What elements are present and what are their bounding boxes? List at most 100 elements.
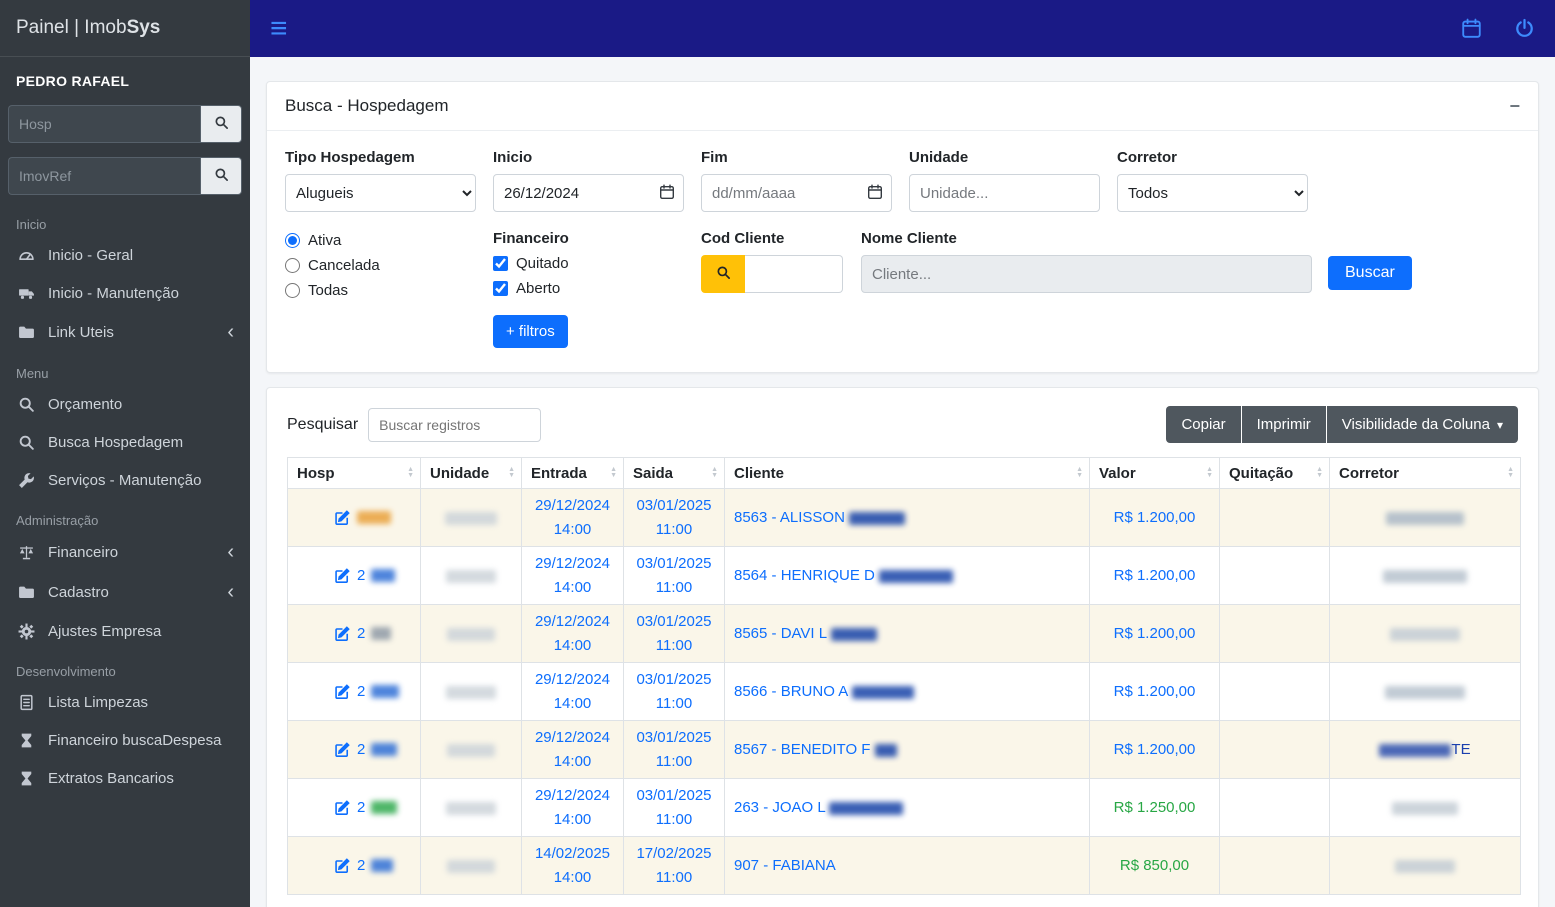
valor-text: R$ 1.200,00 bbox=[1113, 509, 1196, 526]
cliente-link[interactable]: 263 - JOAO L bbox=[734, 799, 825, 816]
cell-unidade bbox=[420, 720, 522, 779]
sidebar-item-extratos-bancarios[interactable]: Extratos Bancarios bbox=[0, 759, 250, 797]
radio-input-todas[interactable] bbox=[285, 283, 300, 298]
folder-icon bbox=[16, 323, 36, 341]
cliente-link[interactable]: 8567 - BENEDITO F bbox=[734, 741, 870, 758]
cod-cliente-input[interactable] bbox=[745, 255, 843, 293]
sort-icon[interactable]: ▲ ▼ bbox=[610, 466, 617, 479]
nome-cliente-input[interactable] bbox=[861, 255, 1312, 293]
column-header-corretor[interactable]: Corretor ▲ ▼ bbox=[1329, 457, 1521, 489]
sidebar-item-busca-hospedagem[interactable]: Busca Hospedagem bbox=[0, 423, 250, 461]
checkbox-quitado[interactable]: Quitado bbox=[493, 255, 684, 272]
column-header-cliente[interactable]: Cliente ▲ ▼ bbox=[724, 457, 1090, 489]
hosp-search-button[interactable] bbox=[200, 105, 242, 143]
sidebar-item-ajustes-empresa[interactable]: Ajustes Empresa bbox=[0, 612, 250, 650]
unidade-redacted-blob bbox=[446, 801, 496, 815]
edit-icon[interactable] bbox=[334, 625, 351, 642]
sidebar-item-lista-limpezas[interactable]: Lista Limpezas bbox=[0, 683, 250, 721]
column-header-entrada[interactable]: Entrada ▲ ▼ bbox=[521, 457, 624, 489]
pesquisar-input[interactable] bbox=[368, 407, 542, 442]
sidebar-item-label: Busca Hospedagem bbox=[48, 433, 184, 451]
hosp-number[interactable]: 2 bbox=[357, 683, 365, 700]
radio-todas[interactable]: Todas bbox=[285, 282, 476, 299]
hosp-search-input[interactable] bbox=[8, 105, 200, 143]
unidade-input[interactable] bbox=[909, 174, 1100, 212]
sidebar-item-inicio-manutencao[interactable]: Inicio - Manutenção bbox=[0, 274, 250, 312]
cell-hosp bbox=[287, 488, 421, 547]
cliente-link[interactable]: 8564 - HENRIQUE D bbox=[734, 567, 875, 584]
sort-icon[interactable]: ▲ ▼ bbox=[407, 466, 414, 479]
inicio-date-input[interactable] bbox=[493, 174, 684, 212]
sort-icon[interactable]: ▲ ▼ bbox=[1316, 466, 1323, 479]
sort-icon[interactable]: ▲ ▼ bbox=[711, 466, 718, 479]
tipo-hospedagem-select[interactable]: Alugueis bbox=[285, 174, 476, 212]
cell-quitacao bbox=[1219, 662, 1330, 721]
copiar-button[interactable]: Copiar bbox=[1166, 406, 1241, 443]
sort-icon[interactable]: ▲ ▼ bbox=[1507, 466, 1514, 479]
calendar-icon[interactable] bbox=[867, 184, 883, 200]
collapse-icon[interactable]: − bbox=[1509, 97, 1520, 115]
hosp-number[interactable]: 2 bbox=[357, 567, 365, 584]
pesquisar-label: Pesquisar bbox=[287, 415, 359, 433]
valor-text: R$ 1.200,00 bbox=[1113, 567, 1196, 584]
edit-icon[interactable] bbox=[334, 567, 351, 584]
corretor-field: Corretor Todos bbox=[1117, 149, 1308, 212]
calendar-icon[interactable] bbox=[1461, 18, 1482, 39]
sort-icon[interactable]: ▲ ▼ bbox=[508, 466, 515, 479]
sidebar-section: Menu Orçamento Busca Hospedagem Serviços - … bbox=[0, 352, 250, 499]
corretor-redacted-blob bbox=[1379, 743, 1452, 757]
valor-text: R$ 1.200,00 bbox=[1113, 625, 1196, 642]
edit-icon[interactable] bbox=[334, 799, 351, 816]
edit-icon[interactable] bbox=[334, 741, 351, 758]
menu-icon[interactable]: ≡ bbox=[270, 13, 288, 44]
column-header-hosp[interactable]: Hosp ▲ ▼ bbox=[287, 457, 421, 489]
column-header-saida[interactable]: Saida ▲ ▼ bbox=[623, 457, 725, 489]
hosp-number[interactable]: 2 bbox=[357, 857, 365, 874]
sidebar-item-link-uteis[interactable]: Link Uteis ‹ bbox=[0, 312, 250, 352]
cell-cliente: 8564 - HENRIQUE D bbox=[724, 546, 1090, 605]
radio-cancelada[interactable]: Cancelada bbox=[285, 257, 476, 274]
cliente-link[interactable]: 8565 - DAVI L bbox=[734, 625, 827, 642]
power-icon[interactable] bbox=[1514, 18, 1535, 39]
cod-cliente-search-button[interactable] bbox=[701, 255, 745, 293]
hosp-number[interactable]: 2 bbox=[357, 741, 365, 758]
calendar-icon[interactable] bbox=[659, 184, 675, 200]
imovref-search-input[interactable] bbox=[8, 157, 200, 195]
cliente-link[interactable]: 907 - FABIANA bbox=[734, 857, 836, 874]
column-header-unidade[interactable]: Unidade ▲ ▼ bbox=[420, 457, 522, 489]
sidebar-item-cadastro[interactable]: Cadastro ‹ bbox=[0, 572, 250, 612]
edit-icon[interactable] bbox=[334, 509, 351, 526]
cell-cliente: 907 - FABIANA bbox=[724, 836, 1090, 895]
unidade-redacted-blob bbox=[446, 685, 496, 699]
radio-input-cancelada[interactable] bbox=[285, 258, 300, 273]
edit-icon[interactable] bbox=[334, 857, 351, 874]
imovref-search-button[interactable] bbox=[200, 157, 242, 195]
radio-ativa[interactable]: Ativa bbox=[285, 232, 476, 249]
filtros-button[interactable]: + filtros bbox=[493, 315, 568, 348]
cliente-link[interactable]: 8563 - ALISSON bbox=[734, 509, 849, 526]
hosp-number[interactable]: 2 bbox=[357, 625, 365, 642]
hosp-number[interactable]: 2 bbox=[357, 799, 365, 816]
imprimir-button[interactable]: Imprimir bbox=[1241, 406, 1326, 443]
sort-icon[interactable]: ▲ ▼ bbox=[1206, 466, 1213, 479]
fim-date-input[interactable] bbox=[701, 174, 892, 212]
edit-icon[interactable] bbox=[334, 683, 351, 700]
sort-icon[interactable]: ▲ ▼ bbox=[1076, 466, 1083, 479]
radio-input-ativa[interactable] bbox=[285, 233, 300, 248]
sidebar-item-inicio-geral[interactable]: Inicio - Geral bbox=[0, 236, 250, 274]
cell-saida: 03/01/2025 11:00 bbox=[623, 778, 725, 837]
checkbox-aberto[interactable]: Aberto bbox=[493, 280, 684, 297]
buscar-button[interactable]: Buscar bbox=[1328, 256, 1412, 290]
column-visibility-button[interactable]: Visibilidade da Coluna ▾ bbox=[1326, 406, 1518, 443]
sidebar-item-orcamento[interactable]: Orçamento bbox=[0, 385, 250, 423]
column-header-valor[interactable]: Valor ▲ ▼ bbox=[1089, 457, 1220, 489]
app-brand[interactable]: Painel | Imob Sys bbox=[0, 0, 250, 57]
sidebar-item-servicos-manutencao[interactable]: Serviços - Manutenção bbox=[0, 461, 250, 499]
sidebar-item-financeiro-buscadespesa[interactable]: Financeiro buscaDespesa bbox=[0, 721, 250, 759]
column-header-quitacao[interactable]: Quitação ▲ ▼ bbox=[1219, 457, 1330, 489]
cliente-link[interactable]: 8566 - BRUNO A bbox=[734, 683, 847, 700]
corretor-select[interactable]: Todos bbox=[1117, 174, 1308, 212]
checkbox-input-aberto[interactable] bbox=[493, 281, 508, 296]
sidebar-item-financeiro[interactable]: Financeiro ‹ bbox=[0, 532, 250, 572]
checkbox-input-quitado[interactable] bbox=[493, 256, 508, 271]
